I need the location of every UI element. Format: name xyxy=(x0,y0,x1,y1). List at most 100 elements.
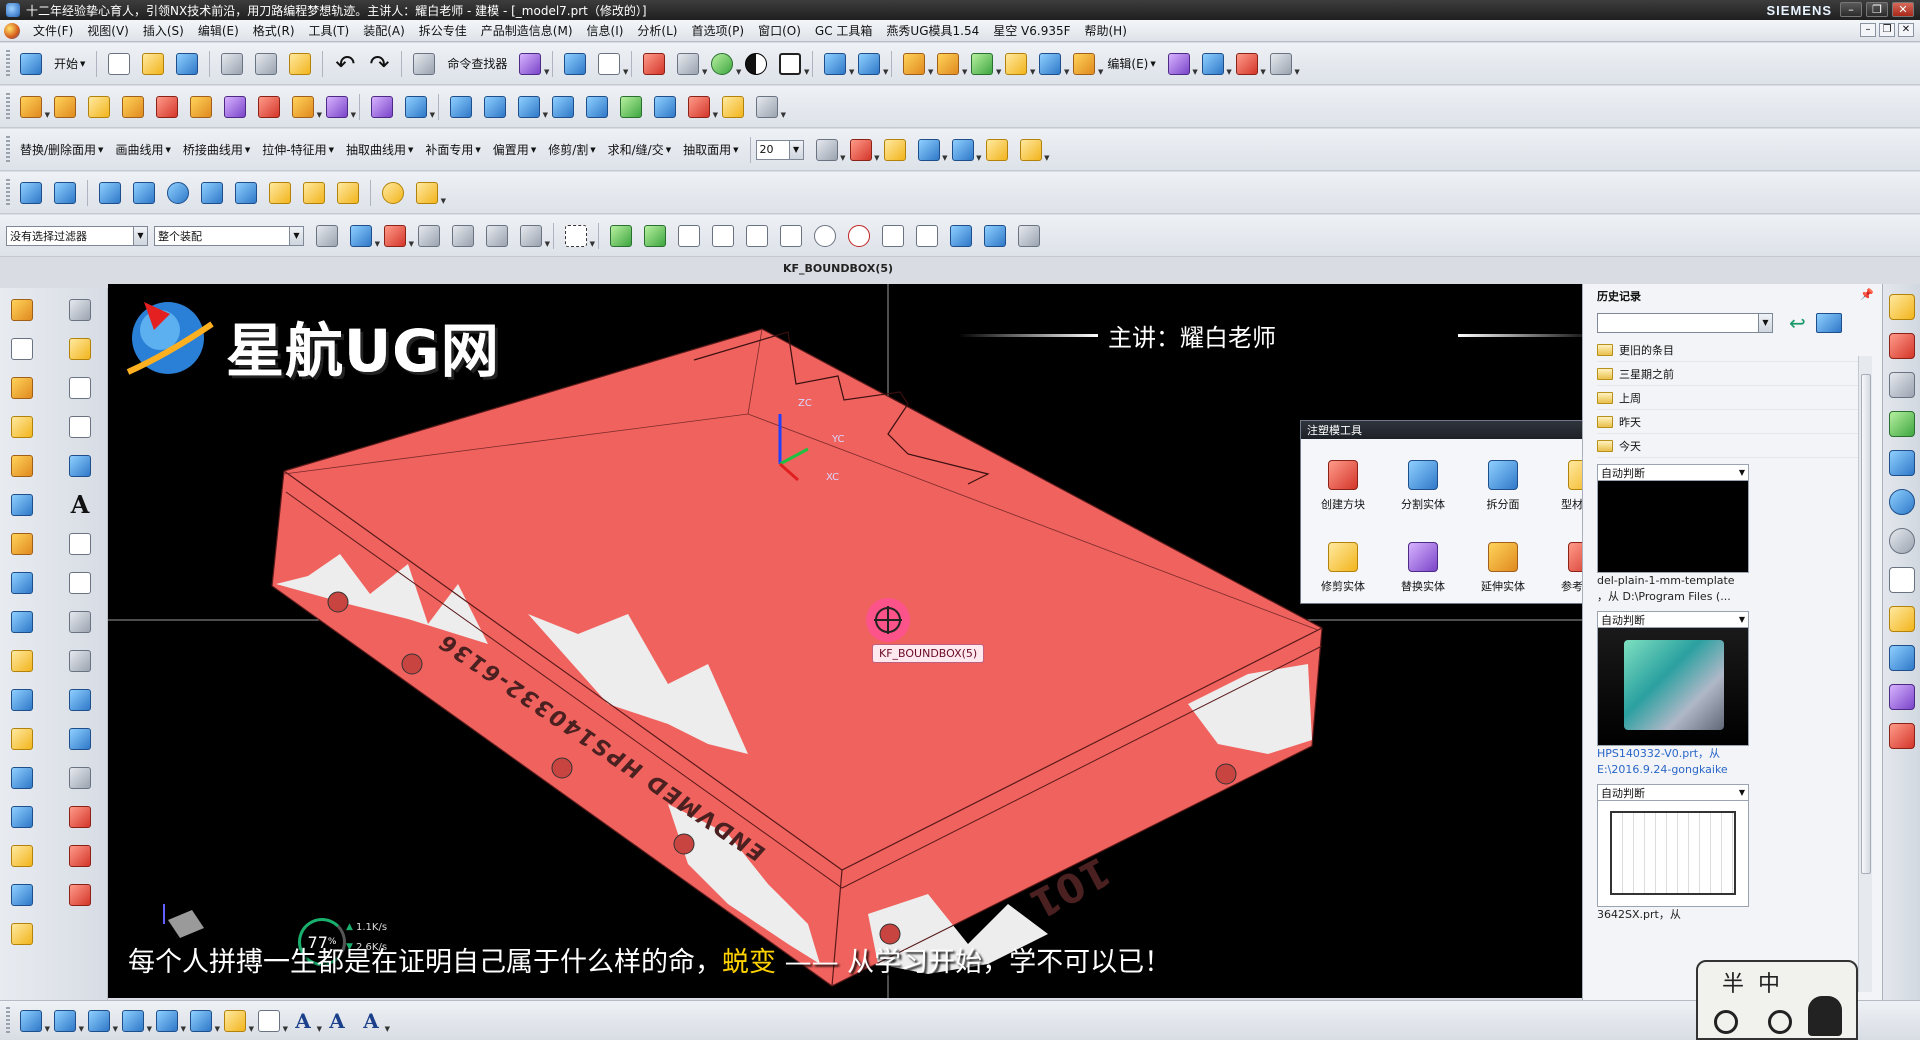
left-tool-21[interactable] xyxy=(66,413,94,441)
history-group-last-week[interactable]: 上周 xyxy=(1597,386,1872,410)
angle-button[interactable]: ▼ xyxy=(1016,135,1050,165)
mesh-surface-button[interactable] xyxy=(480,92,510,122)
swoop-button[interactable] xyxy=(650,92,680,122)
left-tool-25[interactable] xyxy=(66,608,94,636)
command-finder-label[interactable]: 命令查找器 xyxy=(441,50,513,78)
snap-control-button[interactable] xyxy=(708,221,738,251)
left-tool-17[interactable] xyxy=(8,920,36,948)
command-finder-button[interactable] xyxy=(409,49,439,79)
undo-button[interactable]: ↶ xyxy=(330,49,360,79)
redo-button[interactable]: ↷ xyxy=(364,49,394,79)
csys-button[interactable] xyxy=(50,92,80,122)
number-select[interactable]: 20 ▼ xyxy=(755,139,804,160)
menu-window[interactable]: 窗口(O) xyxy=(751,22,808,39)
left-tool-30[interactable] xyxy=(66,803,94,831)
sketch-button[interactable]: ▼ xyxy=(1164,49,1198,79)
history-thumbnail-3[interactable] xyxy=(1597,801,1749,907)
edit-label[interactable]: 编辑(E) ▼ xyxy=(1101,50,1161,78)
left-tool-24[interactable] xyxy=(66,569,94,597)
toolbar-grip[interactable] xyxy=(6,135,10,164)
left-tool-26[interactable] xyxy=(66,647,94,675)
through-curves-button[interactable]: ▼ xyxy=(514,92,548,122)
offset-face-button[interactable]: ▼ xyxy=(1069,49,1103,79)
sew-button[interactable]: ▼ xyxy=(752,92,786,122)
injection-mold-tools-dialog[interactable]: 注塑模工具 ▼ ✕ 创建方块 分割实体 拆分面 型材尺寸 修剪实体 替换实体 延… xyxy=(1300,420,1628,604)
left-tool-27[interactable] xyxy=(66,686,94,714)
left-tool-12[interactable] xyxy=(8,725,36,753)
draw-curve-menu[interactable]: 画曲线用 ▼ xyxy=(109,136,176,164)
x-form-button[interactable]: ▼ xyxy=(684,92,718,122)
mold-base-button[interactable] xyxy=(95,178,125,208)
unite-sew-intersect-menu[interactable]: 求和/缝/交 ▼ xyxy=(602,136,677,164)
history-card-caption[interactable]: 自动判断 ▼ xyxy=(1597,464,1749,481)
paste-button[interactable] xyxy=(285,49,315,79)
break-view-button[interactable]: ▼ xyxy=(152,1006,186,1036)
runner-button[interactable] xyxy=(197,178,227,208)
new-file-button[interactable] xyxy=(104,49,134,79)
extract-curve-menu[interactable]: 抽取曲线用 ▼ xyxy=(340,136,419,164)
selection-scope-select[interactable]: 整个装配 ▼ xyxy=(154,225,304,246)
assembly-filter-button[interactable] xyxy=(312,221,342,251)
offset-menu[interactable]: 偏置用 ▼ xyxy=(487,136,542,164)
start-label[interactable]: 开始 ▼ xyxy=(48,50,91,78)
left-tool-20[interactable] xyxy=(66,374,94,402)
open-file-button[interactable] xyxy=(138,49,168,79)
reuse-library-icon[interactable] xyxy=(1888,411,1915,437)
trim-sheet-button[interactable] xyxy=(718,92,748,122)
section-view-button[interactable]: ▼ xyxy=(50,1006,84,1036)
snap-arc-button[interactable] xyxy=(742,221,772,251)
layer-settings-button[interactable]: ▼ xyxy=(401,92,435,122)
left-tool-16[interactable] xyxy=(8,881,36,909)
history-back-icon[interactable]: ↩ xyxy=(1789,311,1806,335)
slider-button[interactable] xyxy=(231,178,261,208)
patch-face-menu[interactable]: 补面专用 ▼ xyxy=(419,136,486,164)
plane-button[interactable] xyxy=(446,92,476,122)
system-materials-icon[interactable] xyxy=(1888,645,1915,671)
menu-pmi[interactable]: 产品制造信息(M) xyxy=(474,22,580,39)
bridge-curve-menu[interactable]: 桥接曲线用 ▼ xyxy=(177,136,256,164)
ejector-button[interactable] xyxy=(129,178,159,208)
snap-quadrant-button[interactable] xyxy=(844,221,874,251)
menu-insert[interactable]: 插入(S) xyxy=(136,22,191,39)
dialog-title-bar[interactable]: 注塑模工具 ▼ ✕ xyxy=(1301,421,1627,439)
select-body-button[interactable] xyxy=(448,221,478,251)
constraint-navigator-icon[interactable] xyxy=(1888,333,1915,359)
surface-button[interactable]: ▼ xyxy=(1198,49,1232,79)
doc-close-button[interactable]: ✕ xyxy=(1898,23,1914,37)
n-sided-button[interactable] xyxy=(582,92,612,122)
snap-on-curve-button[interactable] xyxy=(912,221,942,251)
table-button[interactable]: ▼ xyxy=(812,135,846,165)
doc-restore-button[interactable]: ❐ xyxy=(1879,23,1895,37)
left-tool-29[interactable] xyxy=(66,764,94,792)
history-thumbnail-1[interactable] xyxy=(1597,481,1749,573)
gate-button[interactable] xyxy=(163,178,193,208)
history-filter-select[interactable]: ▼ xyxy=(1597,313,1773,333)
tools-button[interactable] xyxy=(1014,221,1044,251)
extract-face-menu[interactable]: 抽取面用 ▼ xyxy=(677,136,744,164)
snap-center-button[interactable] xyxy=(810,221,840,251)
rectangle-select-button[interactable]: ▼ xyxy=(561,221,595,251)
remove-param-button[interactable] xyxy=(254,92,284,122)
extrude-feature-menu[interactable]: 拉伸-特征用 ▼ xyxy=(256,136,340,164)
left-tool-8[interactable] xyxy=(8,569,36,597)
trim-split-menu[interactable]: 修剪/割 ▼ xyxy=(542,136,601,164)
studio-surface-button[interactable] xyxy=(548,92,578,122)
snap-line-button[interactable] xyxy=(674,221,704,251)
split-solid-tool[interactable]: 分割实体 xyxy=(1383,445,1463,527)
menu-help[interactable]: 帮助(H) xyxy=(1078,22,1134,39)
orient-view-button[interactable]: ▼ xyxy=(820,49,854,79)
history-group-today[interactable]: 今天 xyxy=(1597,434,1872,458)
points-button[interactable]: ▼ xyxy=(846,135,880,165)
history-group-3-weeks[interactable]: 三星期之前 xyxy=(1597,362,1872,386)
bounded-plane-button[interactable] xyxy=(616,92,646,122)
toolbar-grip[interactable] xyxy=(6,178,10,207)
dimension-button[interactable] xyxy=(982,135,1012,165)
left-tool-11[interactable] xyxy=(8,686,36,714)
layer-view-button[interactable]: ▼ xyxy=(220,1006,254,1036)
background-button[interactable]: ▼ xyxy=(775,49,809,79)
sheet-button[interactable]: ▼ xyxy=(254,1006,288,1036)
left-tool-15[interactable] xyxy=(8,842,36,870)
ruler-button[interactable]: ▼ xyxy=(948,135,982,165)
history-card-3[interactable]: 自动判断 ▼ 3642SX.prt，从 xyxy=(1597,784,1749,923)
snap-intersect-button[interactable] xyxy=(776,221,806,251)
